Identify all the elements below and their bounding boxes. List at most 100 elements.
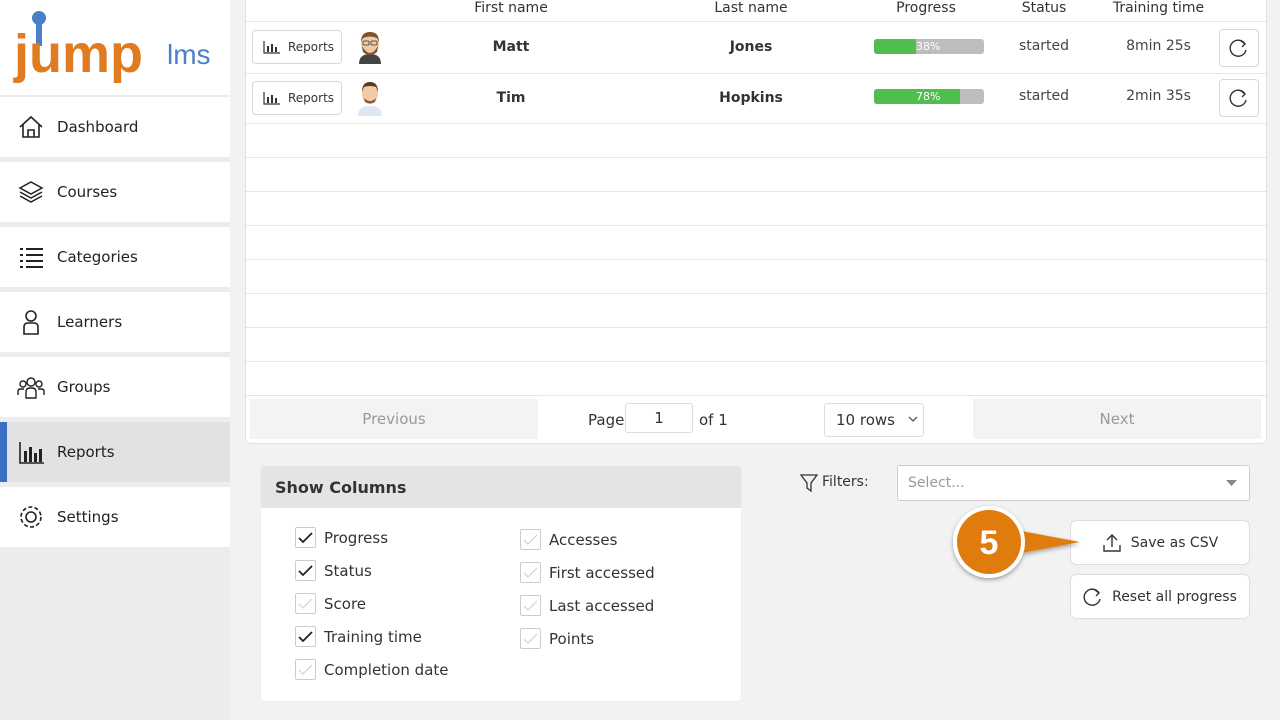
checkbox-icon	[520, 595, 541, 616]
first-name-cell: Matt	[492, 39, 530, 55]
sidebar-item-settings[interactable]: Settings	[0, 487, 230, 547]
page-number-input[interactable]	[625, 403, 693, 433]
checkbox-label: Status	[324, 561, 372, 580]
column-checkbox-last-accessed[interactable]: Last accessed	[520, 595, 654, 616]
reset-all-progress-button[interactable]: Reset all progress	[1070, 574, 1250, 619]
list-icon	[20, 248, 43, 268]
refresh-icon	[1229, 89, 1247, 107]
rows-per-page-value: 10 rows	[836, 411, 895, 429]
logo-mark-icon: jump lms	[13, 11, 211, 84]
empty-row	[246, 226, 1266, 260]
column-checkbox-completion-date[interactable]: Completion date	[295, 659, 449, 680]
sidebar-item-groups[interactable]: Groups	[0, 357, 230, 417]
jumplms-logo[interactable]: jump lms	[0, 0, 230, 95]
step-callout: 5	[953, 506, 1080, 578]
show-columns-panel: Show Columns Progress Status Score Train…	[260, 465, 742, 702]
checkbox-icon	[295, 626, 316, 647]
checkbox-icon	[520, 562, 541, 583]
sidebar-item-categories[interactable]: Categories	[0, 227, 230, 287]
column-checkbox-points[interactable]: Points	[520, 628, 594, 649]
gear-icon	[20, 506, 42, 528]
status-cell: started	[1018, 88, 1070, 104]
checkbox-icon	[295, 527, 316, 548]
sidebar-item-reports[interactable]: Reports	[0, 422, 230, 482]
empty-row	[246, 328, 1266, 362]
learners-report-table: First name Last name Progress Status Tra…	[245, 0, 1267, 444]
checkbox-icon	[295, 593, 316, 614]
empty-row	[246, 294, 1266, 328]
sidebar-item-courses[interactable]: Courses	[0, 162, 230, 222]
reset-progress-button[interactable]	[1219, 29, 1259, 67]
save-as-csv-label: Save as CSV	[1130, 534, 1219, 551]
column-header-progress[interactable]: Progress	[866, 0, 986, 20]
column-checkbox-progress[interactable]: Progress	[295, 527, 388, 548]
page-label: Page	[588, 411, 625, 429]
sidebar-item-label: Courses	[57, 183, 118, 201]
reports-button-label: Reports	[288, 40, 335, 54]
status-cell: started	[1018, 38, 1070, 54]
sidebar: jump lms Dashboard Courses Categories Le…	[0, 0, 230, 720]
progress-bar-fill	[874, 39, 916, 54]
bar-chart-icon	[263, 92, 280, 105]
training-time-cell: 2min 35s	[1126, 88, 1191, 104]
checkbox-label: Points	[549, 629, 595, 648]
layers-icon	[18, 181, 44, 203]
filters-label: Filters:	[822, 474, 869, 490]
table-row: Reports Tim Hopkins 78% started 2min 35s	[246, 73, 1266, 124]
refresh-icon	[1229, 39, 1247, 57]
pagination: Previous Page of 1 10 rows Next	[246, 396, 1266, 442]
sidebar-item-label: Dashboard	[57, 118, 139, 136]
training-time-cell: 8min 25s	[1126, 38, 1191, 54]
checkbox-label: First accessed	[549, 563, 655, 582]
user-icon	[23, 310, 39, 335]
column-header-last-name[interactable]: Last name	[666, 0, 836, 20]
checkbox-icon	[295, 659, 316, 680]
users-icon	[17, 377, 45, 399]
checkbox-label: Training time	[324, 627, 422, 646]
caret-down-icon	[1226, 480, 1237, 486]
filters-select[interactable]: Select...	[897, 465, 1250, 501]
table-row: Reports Matt Jones 38% started 8min 25s	[246, 21, 1266, 74]
reports-button[interactable]: Reports	[252, 81, 342, 115]
progress-label: 78%	[916, 90, 941, 103]
checkbox-icon	[295, 560, 316, 581]
sidebar-item-learners[interactable]: Learners	[0, 292, 230, 352]
upload-icon	[1103, 533, 1121, 552]
column-checkbox-score[interactable]: Score	[295, 593, 366, 614]
column-checkbox-first-accessed[interactable]: First accessed	[520, 562, 655, 583]
empty-row	[246, 362, 1266, 396]
checkbox-label: Completion date	[324, 660, 449, 679]
checkbox-icon	[520, 628, 541, 649]
column-checkbox-status[interactable]: Status	[295, 560, 372, 581]
sidebar-item-label: Reports	[57, 443, 115, 461]
bar-chart-icon	[263, 41, 280, 54]
reset-all-progress-label: Reset all progress	[1112, 588, 1237, 605]
reports-button[interactable]: Reports	[252, 30, 342, 64]
checkbox-label: Progress	[324, 528, 389, 547]
rows-per-page-select[interactable]: 10 rows	[824, 403, 924, 437]
reset-progress-button[interactable]	[1219, 79, 1259, 117]
empty-row	[246, 124, 1266, 158]
next-button[interactable]: Next	[973, 399, 1261, 439]
column-header-first-name[interactable]: First name	[426, 0, 596, 20]
column-checkbox-training-time[interactable]: Training time	[295, 626, 422, 647]
reports-button-label: Reports	[288, 91, 335, 105]
sidebar-item-label: Learners	[57, 313, 123, 331]
home-icon	[19, 115, 43, 138]
progress-label: 38%	[916, 40, 941, 53]
column-header-training-time[interactable]: Training time	[1101, 0, 1216, 20]
refresh-icon	[1083, 588, 1101, 606]
step-number: 5	[980, 524, 999, 562]
save-as-csv-button[interactable]: Save as CSV	[1070, 520, 1250, 565]
sidebar-item-dashboard[interactable]: Dashboard	[0, 97, 230, 157]
column-header-status[interactable]: Status	[1004, 0, 1084, 20]
empty-row	[246, 260, 1266, 294]
previous-button[interactable]: Previous	[250, 399, 538, 439]
progress-bar: 78%	[874, 89, 984, 104]
column-checkbox-accesses[interactable]: Accesses	[520, 529, 617, 550]
filter-icon	[800, 474, 818, 493]
sidebar-item-label: Categories	[57, 248, 138, 266]
empty-row	[246, 192, 1266, 226]
page-total-label: of 1	[699, 411, 728, 429]
checkbox-icon	[520, 529, 541, 550]
